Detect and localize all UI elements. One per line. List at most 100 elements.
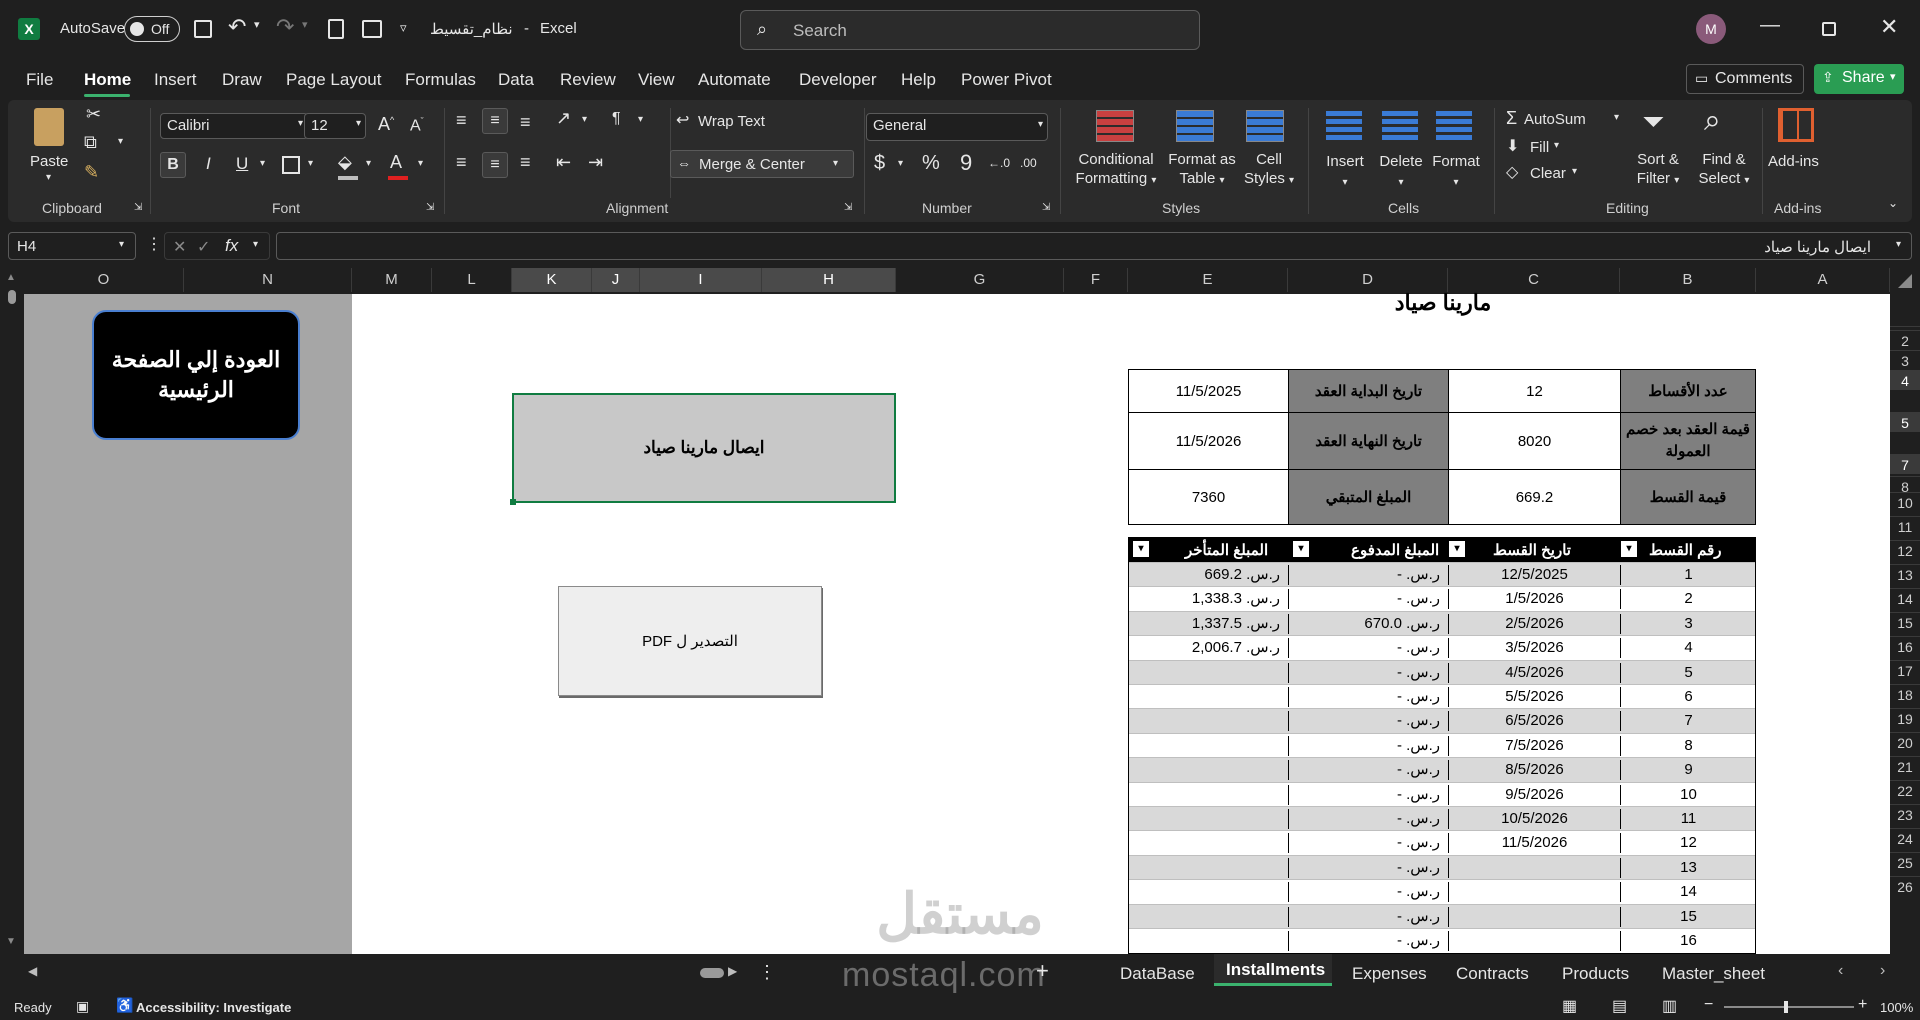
tab-insert[interactable]: Insert	[154, 70, 197, 90]
fill-handle[interactable]	[510, 499, 516, 505]
cell-amount-paid[interactable]: ر.س. 670.0	[1289, 613, 1449, 634]
undo-icon[interactable]: ↶	[228, 14, 246, 40]
align-middle-icon[interactable]: ≡	[482, 108, 508, 134]
cell-installment-date[interactable]: 11/5/2026	[1449, 833, 1621, 854]
tab-automate[interactable]: Automate	[698, 70, 771, 90]
page-break-view-icon[interactable]: ▥	[1662, 996, 1677, 1016]
cell-amount-paid[interactable]: ر.س. -	[1289, 833, 1449, 854]
cell-installment-no[interactable]: 7	[1621, 711, 1755, 731]
select-all-corner[interactable]	[1890, 268, 1920, 292]
cell-installment-no[interactable]: 5	[1621, 663, 1755, 683]
filter-icon[interactable]: ▾	[1449, 541, 1465, 557]
decrease-indent-icon[interactable]: ⇤	[556, 152, 571, 173]
cell-amount-late[interactable]	[1129, 662, 1289, 683]
row-header[interactable]: 16	[1890, 636, 1920, 656]
cell-installment-date[interactable]: 12/5/2025	[1449, 565, 1621, 585]
tab-data[interactable]: Data	[498, 70, 534, 90]
cancel-icon[interactable]: ✕	[173, 237, 186, 257]
align-center-icon[interactable]: ≡	[482, 152, 508, 178]
sheet-tab-contracts[interactable]: Contracts	[1456, 964, 1529, 984]
share-button[interactable]: ⇪ Share ▾	[1814, 64, 1904, 94]
cell-amount-late[interactable]: ر.س. 2,006.7	[1129, 638, 1289, 659]
form-icon[interactable]	[362, 20, 382, 38]
text-direction-dropdown-icon[interactable]: ▾	[638, 114, 643, 125]
formula-input[interactable]: ايصال مارينا صياد ▾	[276, 232, 1912, 260]
column-header-l[interactable]: L	[432, 268, 512, 292]
horizontal-scrollbar[interactable]	[44, 972, 694, 974]
paste-icon[interactable]	[34, 108, 64, 146]
percent-icon[interactable]: %	[922, 152, 940, 175]
close-icon[interactable]: ✕	[1880, 14, 1898, 40]
column-header-e[interactable]: E	[1128, 268, 1288, 292]
cell-installment-date[interactable]	[1449, 931, 1621, 951]
font-color-icon[interactable]: A	[390, 152, 402, 173]
row-header[interactable]: 23	[1890, 804, 1920, 824]
cell-installment-no[interactable]: 15	[1621, 907, 1755, 927]
font-name-select[interactable]: Calibri ▾	[160, 113, 308, 139]
cell-installment-no[interactable]: 9	[1621, 760, 1755, 780]
scroll-left-icon[interactable]: ◀	[28, 964, 37, 978]
column-header-c[interactable]: C	[1448, 268, 1620, 292]
tab-review[interactable]: Review	[560, 70, 616, 90]
dialog-launcher-icon[interactable]: ⇲	[134, 202, 142, 213]
accessibility-status[interactable]: Accessibility: Investigate	[136, 1000, 291, 1015]
cell-installment-date[interactable]	[1449, 906, 1621, 927]
cell-installment-date[interactable]: 3/5/2026	[1449, 638, 1621, 659]
cell-amount-late[interactable]	[1129, 857, 1289, 878]
collapse-ribbon-icon[interactable]: ⌄	[1888, 196, 1898, 210]
cell-installment-no[interactable]: 14	[1621, 882, 1755, 902]
dialog-launcher-icon[interactable]: ⇲	[1042, 202, 1050, 213]
cell-amount-paid[interactable]: ر.س. -	[1289, 882, 1449, 903]
column-header-i[interactable]: I	[640, 268, 762, 292]
cell-amount-late[interactable]	[1129, 906, 1289, 927]
prev-sheet-icon[interactable]: ‹	[1838, 962, 1843, 980]
cell-amount-paid[interactable]: ر.س. -	[1289, 589, 1449, 610]
column-header-g[interactable]: G	[896, 268, 1064, 292]
export-pdf-button[interactable]: التصدير ل PDF	[558, 586, 822, 696]
cell-amount-late[interactable]: ر.س. 1,337.5	[1129, 613, 1289, 634]
cell-amount-late[interactable]	[1129, 784, 1289, 805]
page-layout-view-icon[interactable]: ▤	[1612, 996, 1627, 1016]
copy-icon[interactable]: ⧉	[84, 132, 97, 153]
fill-color-dropdown-icon[interactable]: ▾	[366, 158, 371, 169]
macro-icon[interactable]: ▣	[76, 998, 89, 1015]
tab-developer[interactable]: Developer	[799, 70, 877, 90]
increase-font-icon[interactable]: A^	[378, 114, 394, 135]
sheet-tab-installments-active[interactable]: Installments	[1214, 954, 1332, 986]
delete-cells-button[interactable]: Delete ▾	[1374, 152, 1428, 192]
cell-installment-no[interactable]: 16	[1621, 931, 1755, 951]
find-select-button[interactable]: Find & Select ▾	[1692, 150, 1756, 190]
cell-installment-no[interactable]: 3	[1621, 614, 1755, 634]
text-direction-icon[interactable]: ¶	[612, 110, 621, 128]
row-header[interactable]: 22	[1890, 780, 1920, 800]
cell-amount-paid[interactable]: ر.س. -	[1289, 906, 1449, 927]
cell-installment-date[interactable]: 9/5/2026	[1449, 784, 1621, 805]
tab-help[interactable]: Help	[901, 70, 936, 90]
scroll-down-icon[interactable]: ▼	[6, 936, 16, 947]
cell-amount-paid[interactable]: ر.س. -	[1289, 735, 1449, 756]
cell-installment-date[interactable]	[1449, 882, 1621, 903]
zoom-slider[interactable]	[1724, 1001, 1854, 1013]
cell-amount-paid[interactable]: ر.س. -	[1289, 760, 1449, 781]
cell-installment-date[interactable]	[1449, 857, 1621, 878]
fill-dropdown-icon[interactable]: ▾	[1554, 140, 1559, 151]
insert-function-icon[interactable]: fx	[225, 236, 238, 256]
row-header[interactable]: 21	[1890, 756, 1920, 776]
cell-installment-date[interactable]: 10/5/2026	[1449, 809, 1621, 829]
cell-amount-paid[interactable]: ر.س. -	[1289, 711, 1449, 732]
vertical-scrollbar[interactable]: ▲ ▼	[0, 268, 24, 954]
sheet-tab-products[interactable]: Products	[1562, 964, 1629, 984]
paste-button[interactable]: Paste	[30, 152, 68, 171]
decrease-font-icon[interactable]: Aˇ	[410, 116, 424, 135]
zoom-slider-thumb[interactable]	[1784, 1001, 1788, 1013]
cell-installment-no[interactable]: 4	[1621, 638, 1755, 658]
scroll-thumb[interactable]	[8, 290, 16, 304]
cell-installment-date[interactable]: 7/5/2026	[1449, 735, 1621, 756]
receipt-merged-cell[interactable]: ايصال مارينا صياد	[512, 393, 896, 503]
cell-installment-no[interactable]: 11	[1621, 809, 1755, 829]
dialog-launcher-icon[interactable]: ⇲	[844, 202, 852, 213]
clear-dropdown-icon[interactable]: ▾	[1572, 166, 1577, 177]
dialog-launcher-icon[interactable]: ⇲	[426, 202, 434, 213]
row-header[interactable]: 26	[1890, 876, 1920, 896]
column-header-d[interactable]: D	[1288, 268, 1448, 292]
